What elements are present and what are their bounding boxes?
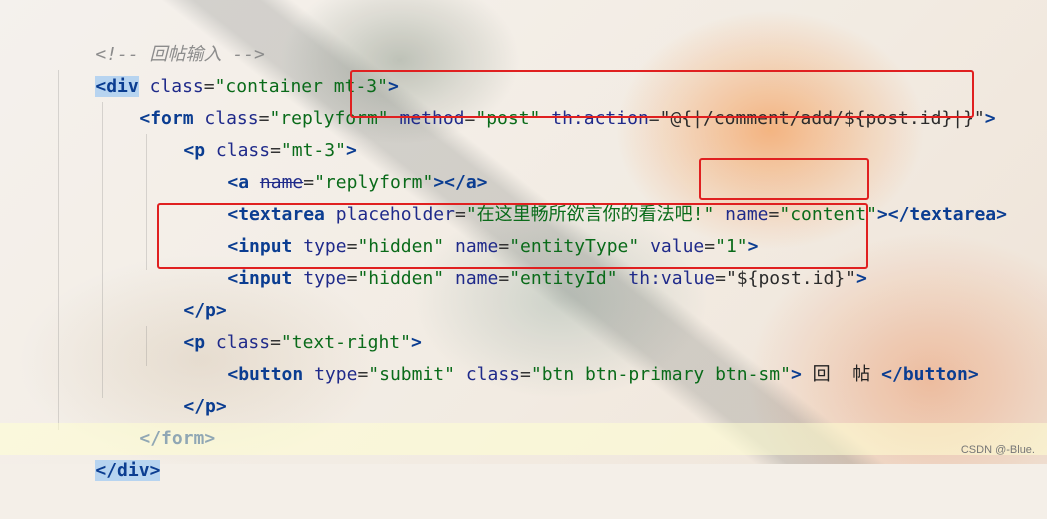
code-line-input-entityid: <input type="hidden" name="entityId" th:… [227, 268, 867, 289]
code-line-div-close: </div> [0, 423, 1047, 481]
code-line-button: <button type="submit" class="btn btn-pri… [227, 364, 979, 385]
watermark: CSDN @-Blue. [960, 444, 1035, 456]
code-line-textarea: <textarea placeholder="在这里畅所欲言你的看法吧!" na… [227, 204, 1007, 225]
code-line-form-close: </form> [0, 391, 1047, 449]
code-line-p-open: <p class="mt-3"> [183, 140, 357, 161]
code-line-form-open: <form class="replyform" method="post" th… [139, 108, 996, 129]
code-line-p-close: </p> [183, 300, 227, 321]
code-line-input-entitytype: <input type="hidden" name="entityType" v… [227, 236, 759, 257]
code-editor[interactable]: <!-- 回帖输入 --> <div class="container mt-3… [0, 0, 1047, 481]
code-line-p-close-2: </p> [183, 396, 227, 417]
code-line-div-open: <div class="container mt-3"> [95, 76, 399, 97]
code-line-comment: <!-- 回帖输入 --> [0, 7, 1047, 65]
code-line-p-text-right: <p class="text-right"> [183, 332, 422, 353]
code-line-anchor: <a name="replyform"></a> [227, 172, 488, 193]
